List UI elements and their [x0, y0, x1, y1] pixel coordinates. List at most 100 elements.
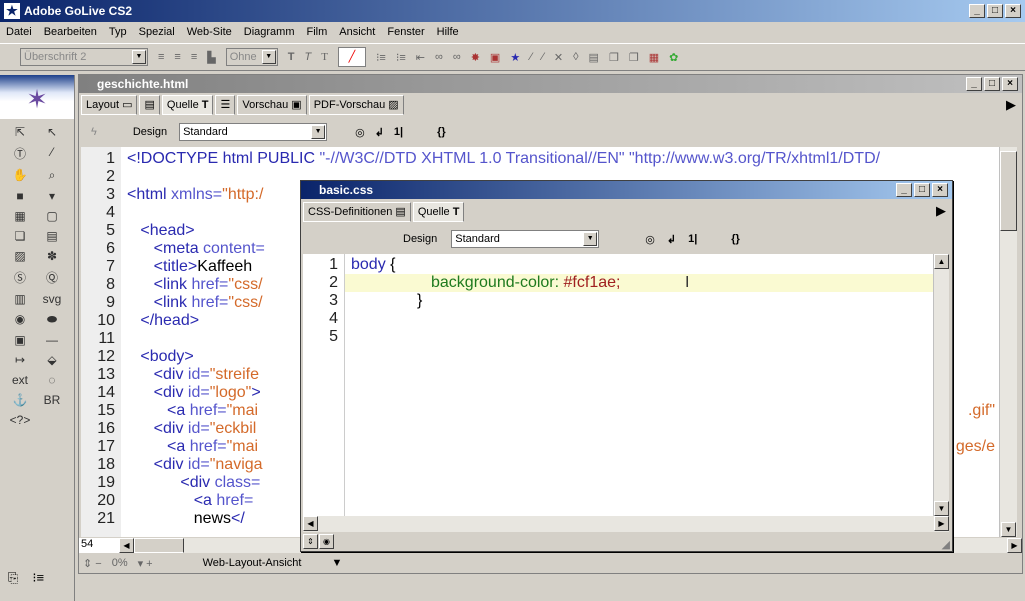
zoom-level[interactable]: 0%	[112, 557, 128, 569]
tab-frame[interactable]: ▤	[139, 95, 160, 115]
bold-icon[interactable]: T	[288, 51, 295, 63]
view-mode-arrow-icon[interactable]: ▼	[331, 557, 342, 569]
css-word-wrap-icon[interactable]: ↲	[667, 233, 676, 246]
copy-icon[interactable]: ❐	[609, 51, 619, 64]
css-source-editor[interactable]: 1 2 3 4 5 body { background-color: #fcf1…	[303, 254, 933, 516]
svg-object-icon[interactable]: svg	[36, 292, 68, 306]
css-syntax-check-icon[interactable]: ◎	[645, 233, 655, 246]
layout-text-box-icon[interactable]: ▤	[36, 229, 68, 243]
split-view-icon[interactable]: ⇕	[303, 534, 318, 549]
ext-object-icon[interactable]: ext	[4, 373, 36, 387]
tools-icon[interactable]: ✕	[554, 51, 563, 64]
menu-website[interactable]: Web-Site	[187, 26, 232, 38]
scroll-down-button[interactable]: ▼	[1001, 522, 1016, 537]
layout-icon[interactable]: ▣	[490, 51, 500, 64]
css-design-select[interactable]: Standard ▼	[451, 230, 600, 248]
tab-css-definitions[interactable]: CSS-Definitionen ▤	[303, 202, 411, 222]
css-scroll-left-button[interactable]: ◀	[303, 516, 318, 531]
unlink-icon[interactable]: ∞	[453, 51, 461, 63]
menu-typ[interactable]: Typ	[109, 26, 127, 38]
menu-film[interactable]: Film	[307, 26, 328, 38]
tab-css-source[interactable]: Quelle T	[412, 202, 465, 222]
java-object-icon[interactable]: ▣	[4, 333, 36, 347]
zoom-tool-icon[interactable]: ⌕	[36, 168, 68, 183]
options-menu-icon[interactable]: ▶	[1006, 97, 1016, 113]
table-object-icon[interactable]: ▦	[4, 209, 36, 223]
swf-object-icon[interactable]: Ⓢ	[4, 269, 36, 286]
minimize-button[interactable]: _	[969, 4, 985, 18]
anchor-object-icon[interactable]: ⚓	[4, 393, 36, 407]
scroll-right-button[interactable]: ▶	[1007, 537, 1022, 553]
vertical-scrollbar[interactable]: ▼	[999, 147, 1017, 537]
css-scroll-right-button[interactable]: ▶	[934, 516, 949, 531]
zoom-stepper[interactable]: ⇕ −	[83, 557, 102, 570]
audio-object-icon[interactable]: ◉	[4, 312, 36, 327]
quicktime-object-icon[interactable]: Ⓠ	[36, 269, 68, 286]
menu-diagramm[interactable]: Diagramm	[244, 26, 295, 38]
code-object-icon[interactable]: <?>	[4, 413, 36, 427]
line-object-icon[interactable]: —	[36, 333, 68, 347]
braces-icon[interactable]: {}	[437, 126, 446, 138]
tooltip-object-icon[interactable]: ◌	[36, 373, 68, 387]
real-object-icon[interactable]: ▥	[4, 292, 36, 306]
css-line-numbers-icon[interactable]: 1|	[688, 233, 697, 245]
doc-maximize-button[interactable]: □	[984, 77, 1000, 91]
bug-icon[interactable]: ✸	[471, 51, 480, 64]
spacer-icon[interactable]: ▾	[36, 189, 68, 203]
table-icon[interactable]: ▙	[207, 51, 215, 64]
copy2-icon[interactable]: ❐	[629, 51, 639, 64]
lightning-icon[interactable]: ϟ	[91, 126, 97, 138]
pointer-tool-icon[interactable]: ↖	[36, 125, 68, 139]
css-scroll-up-button[interactable]: ▲	[934, 254, 949, 269]
h-scroll-thumb[interactable]	[134, 537, 184, 553]
preview-icon[interactable]: ▦	[649, 51, 659, 64]
tab-preview[interactable]: Vorschau ▣	[237, 95, 307, 115]
menu-hilfe[interactable]: Hilfe	[437, 26, 459, 38]
br-object-icon[interactable]: BR	[36, 393, 68, 407]
eyedropper-tool-icon[interactable]: ⁄	[36, 145, 68, 162]
sites-icon[interactable]: ▤	[589, 51, 599, 64]
css-options-menu-icon[interactable]: ▶	[936, 203, 946, 219]
italic-icon[interactable]: T	[304, 51, 311, 63]
object-type-icon[interactable]: ■	[4, 189, 36, 203]
css-minimize-button[interactable]: _	[896, 183, 912, 197]
layout-grid-icon[interactable]: ▢	[36, 209, 68, 223]
syntax-check-icon[interactable]: ◎	[355, 126, 365, 139]
word-wrap-icon[interactable]: ↲	[375, 126, 384, 139]
tab-pdf-preview[interactable]: PDF-Vorschau ▨	[308, 95, 404, 115]
align-left-icon[interactable]: ≡	[158, 51, 164, 63]
menu-bearbeiten[interactable]: Bearbeiten	[44, 26, 97, 38]
link-icon[interactable]: ∞	[435, 51, 443, 63]
doc-close-button[interactable]: ×	[1002, 77, 1018, 91]
design-select[interactable]: Standard ▼	[179, 123, 328, 141]
close-button[interactable]: ×	[1005, 4, 1021, 18]
floating-box-icon[interactable]: ❏	[4, 229, 36, 243]
text-tool-icon[interactable]: Ⓣ	[4, 145, 36, 162]
menu-spezial[interactable]: Spezial	[139, 26, 175, 38]
color-field-icon[interactable]: ╱	[337, 47, 366, 67]
hand-tool-icon[interactable]: ✋	[4, 168, 36, 183]
doc-minimize-button[interactable]: _	[966, 77, 982, 91]
star-icon[interactable]: ★	[510, 51, 520, 64]
menu-ansicht[interactable]: Ansicht	[339, 26, 375, 38]
align-center-icon[interactable]: ≡	[174, 51, 180, 63]
wand-icon[interactable]: ⁄	[530, 51, 532, 63]
comment-object-icon[interactable]: ⬙	[36, 353, 68, 367]
tab-layout[interactable]: Layout ▭	[81, 95, 138, 115]
line-numbers-icon[interactable]: 1|	[394, 126, 403, 138]
numbered-list-icon[interactable]: ⁝≡	[396, 51, 406, 64]
teletype-icon[interactable]: T	[321, 51, 328, 63]
css-close-button[interactable]: ×	[932, 183, 948, 197]
menu-fenster[interactable]: Fenster	[387, 26, 424, 38]
maximize-button[interactable]: □	[987, 4, 1003, 18]
zoom-in-icon[interactable]: ▾ +	[138, 557, 153, 570]
object-object-icon[interactable]: ⬬	[36, 312, 68, 327]
wand2-icon[interactable]: ⁄	[542, 51, 544, 63]
tab-source[interactable]: Quelle T	[161, 95, 214, 115]
plugin-object-icon[interactable]: ✽	[36, 249, 68, 263]
css-scroll-down-button[interactable]: ▼	[934, 501, 949, 516]
image-object-icon[interactable]: ▨	[4, 249, 36, 263]
scroll-thumb[interactable]	[1000, 151, 1017, 231]
palette-icon[interactable]: ✿	[669, 51, 678, 64]
align-right-icon[interactable]: ≡	[191, 51, 197, 63]
